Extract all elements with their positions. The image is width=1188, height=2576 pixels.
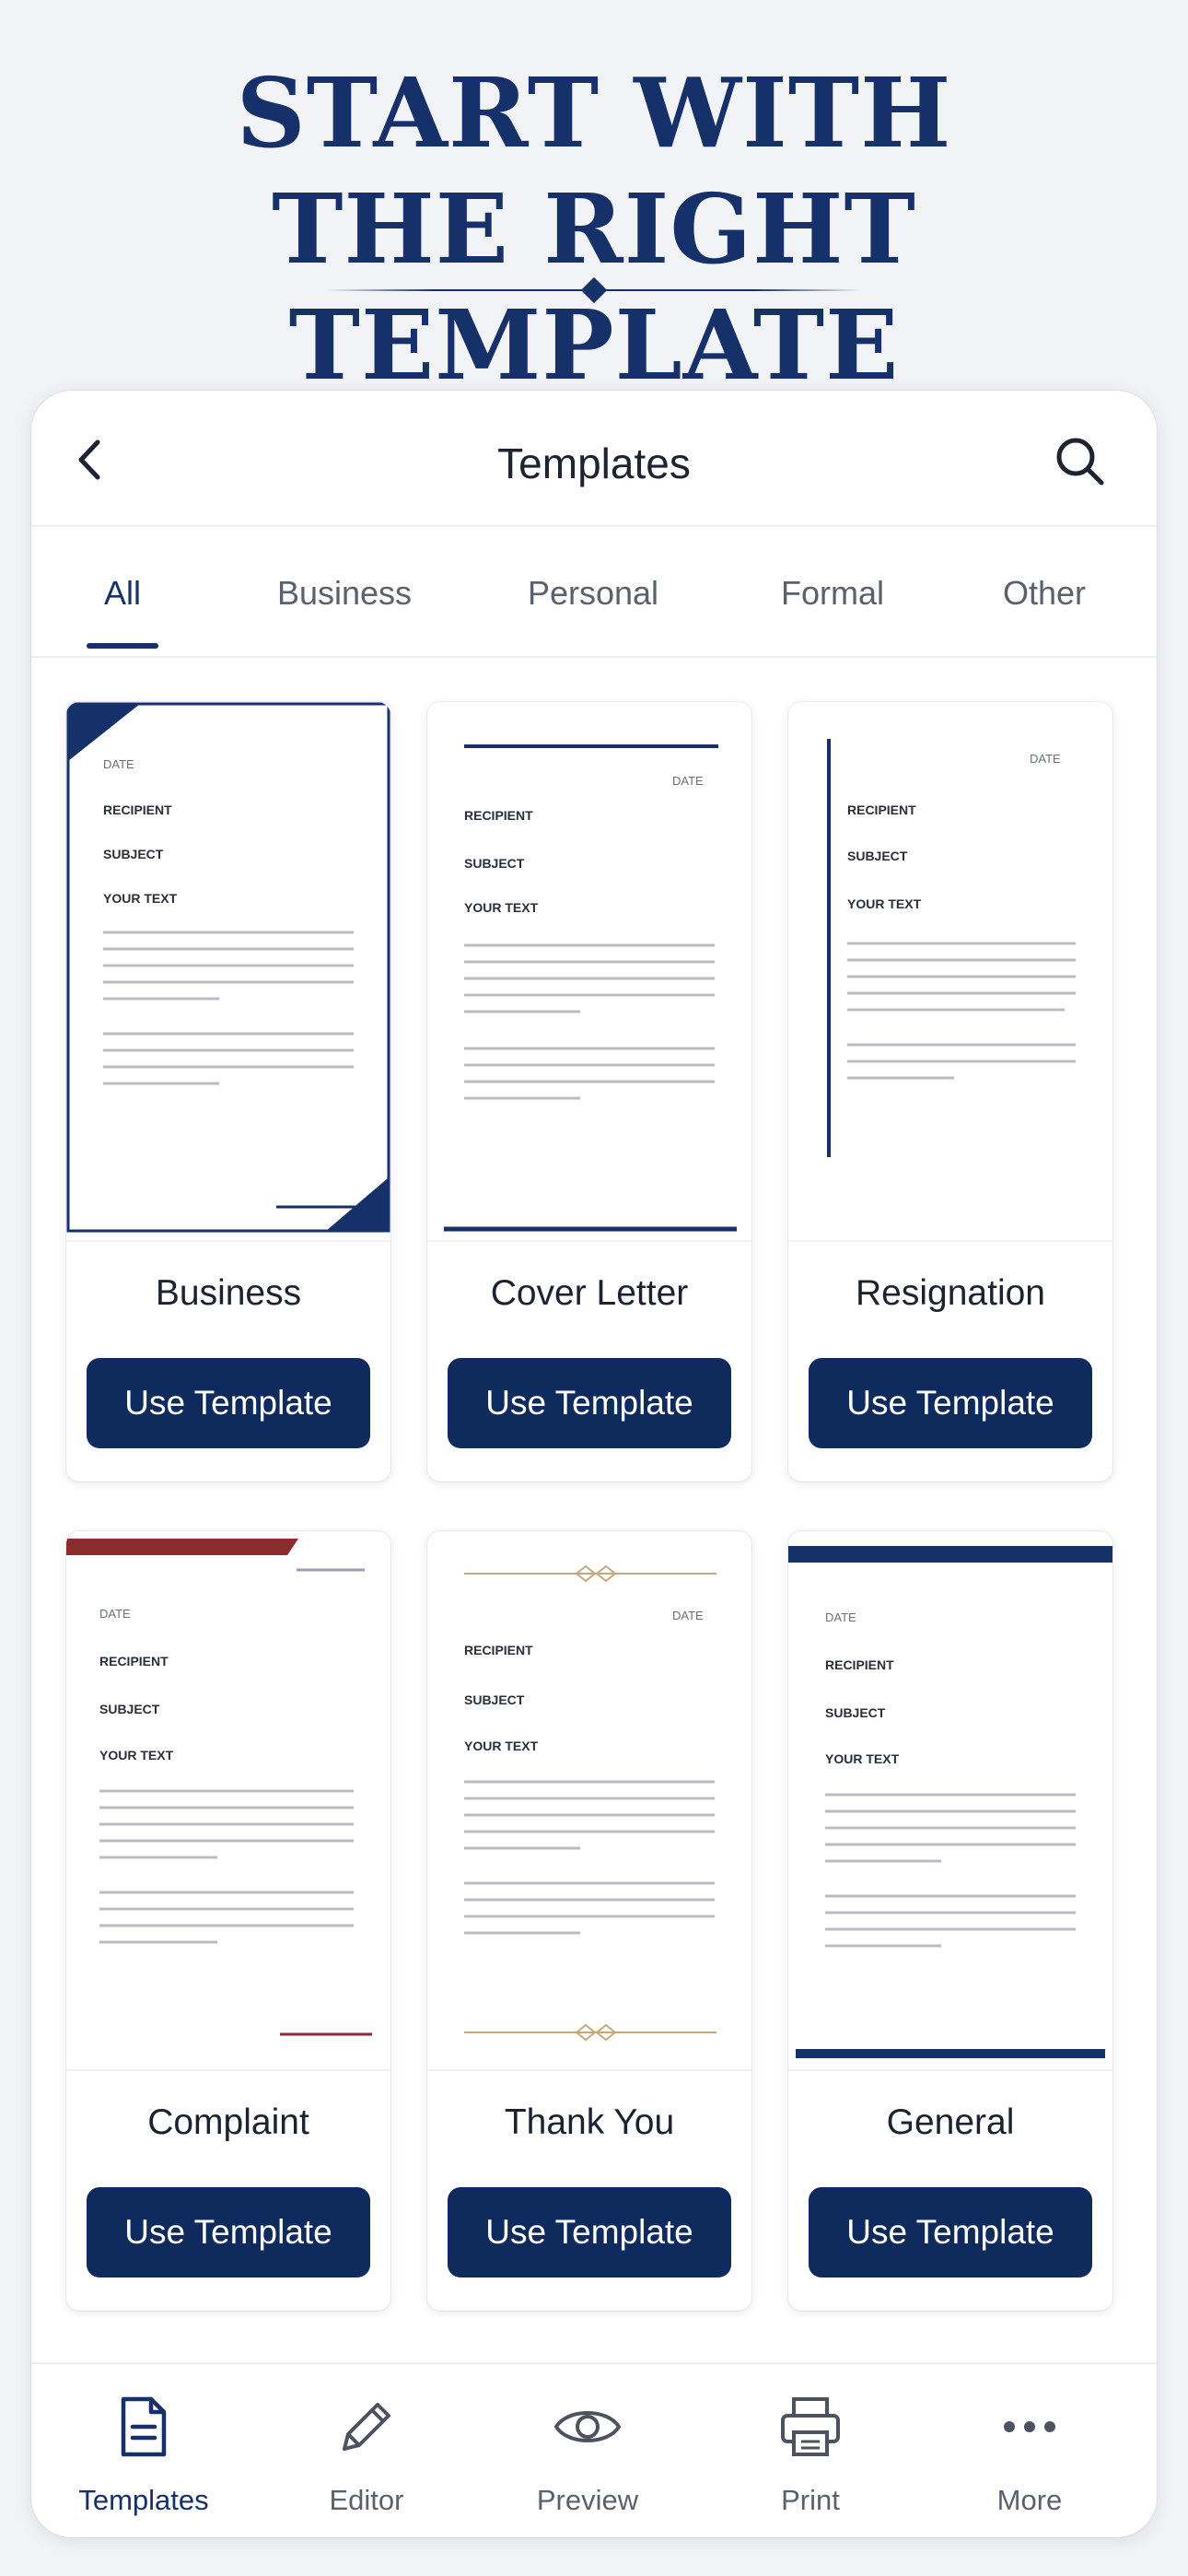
nav-editor[interactable]: Editor xyxy=(274,2364,459,2537)
pencil-icon xyxy=(343,2403,390,2451)
tab-business[interactable]: Business xyxy=(252,529,437,658)
app-window: Templates All Business Personal Formal O… xyxy=(31,391,1157,2537)
svg-text:YOUR TEXT: YOUR TEXT xyxy=(464,1739,539,1753)
svg-text:RECIPIENT: RECIPIENT xyxy=(99,1654,169,1669)
nav-templates[interactable]: Templates xyxy=(52,2364,236,2537)
use-template-button[interactable]: Use Template xyxy=(809,2187,1092,2277)
search-icon xyxy=(1056,438,1104,486)
tab-all[interactable]: All xyxy=(77,529,168,658)
svg-text:YOUR TEXT: YOUR TEXT xyxy=(99,1748,174,1762)
svg-text:RECIPIENT: RECIPIENT xyxy=(464,1643,533,1657)
category-tabs: All Business Personal Formal Other xyxy=(31,529,1157,658)
svg-text:YOUR TEXT: YOUR TEXT xyxy=(464,900,539,915)
template-name: Resignation xyxy=(856,1273,1045,1313)
nav-label: Templates xyxy=(78,2484,209,2516)
svg-text:SUBJECT: SUBJECT xyxy=(464,1692,525,1707)
document-icon xyxy=(121,2396,167,2457)
svg-text:DATE: DATE xyxy=(1030,752,1061,766)
svg-text:DATE: DATE xyxy=(672,774,704,788)
template-card-business[interactable]: DATE RECIPIENT SUBJECT YOUR TEXT Busines… xyxy=(66,702,390,1481)
template-card-general[interactable]: DATE RECIPIENT SUBJECT YOUR TEXT General… xyxy=(788,1531,1112,2311)
template-name: Complaint xyxy=(147,2102,309,2142)
diamond-ornament-icon xyxy=(580,276,608,304)
more-dots-icon xyxy=(1004,2421,1055,2432)
use-template-button[interactable]: Use Template xyxy=(809,1358,1092,1448)
template-name: General xyxy=(886,2102,1015,2142)
use-template-button[interactable]: Use Template xyxy=(448,2187,731,2277)
nav-preview[interactable]: Preview xyxy=(495,2364,680,2537)
template-preview: DATE RECIPIENT SUBJECT YOUR TEXT xyxy=(427,702,751,1242)
template-card-cover-letter[interactable]: DATE RECIPIENT SUBJECT YOUR TEXT Cover L… xyxy=(427,702,751,1481)
hero-title-line1: START WITH xyxy=(236,56,952,170)
tab-other[interactable]: Other xyxy=(971,529,1118,658)
hero-divider xyxy=(327,276,861,304)
svg-text:RECIPIENT: RECIPIENT xyxy=(464,808,533,823)
nav-label: Print xyxy=(781,2484,840,2516)
use-template-button[interactable]: Use Template xyxy=(87,1358,370,1448)
svg-text:DATE: DATE xyxy=(672,1609,704,1622)
hero-heading: START WITH THE RIGHT TEMPLATE xyxy=(0,55,1188,404)
printer-icon xyxy=(781,2397,840,2456)
page-title: Templates xyxy=(497,439,691,487)
nav-label: Editor xyxy=(329,2484,404,2516)
nav-more[interactable]: More xyxy=(938,2364,1122,2537)
use-template-button[interactable]: Use Template xyxy=(448,1358,731,1448)
svg-text:RECIPIENT: RECIPIENT xyxy=(103,802,172,817)
nav-label: Preview xyxy=(536,2484,639,2516)
active-tab-indicator xyxy=(87,643,158,649)
template-name: Business xyxy=(155,1273,302,1313)
search-button[interactable] xyxy=(1048,429,1112,494)
template-preview: DATE RECIPIENT SUBJECT YOUR TEXT xyxy=(788,702,1112,1242)
svg-text:SUBJECT: SUBJECT xyxy=(847,849,908,863)
template-name: Thank You xyxy=(504,2102,675,2142)
template-card-complaint[interactable]: DATE RECIPIENT SUBJECT YOUR TEXT Complai… xyxy=(66,1531,390,2311)
tab-personal[interactable]: Personal xyxy=(501,529,685,658)
use-template-button[interactable]: Use Template xyxy=(87,2187,370,2277)
svg-text:RECIPIENT: RECIPIENT xyxy=(847,802,916,817)
tab-formal[interactable]: Formal xyxy=(750,529,915,658)
template-card-thank-you[interactable]: DATE RECIPIENT SUBJECT YOUR TEXT Thank Y… xyxy=(427,1531,751,2311)
template-preview: DATE RECIPIENT SUBJECT YOUR TEXT xyxy=(66,702,390,1242)
svg-text:SUBJECT: SUBJECT xyxy=(825,1705,886,1720)
svg-text:SUBJECT: SUBJECT xyxy=(99,1702,160,1716)
template-preview: DATE RECIPIENT SUBJECT YOUR TEXT xyxy=(788,1531,1112,2071)
template-preview: DATE RECIPIENT SUBJECT YOUR TEXT xyxy=(66,1531,390,2071)
svg-text:SUBJECT: SUBJECT xyxy=(464,856,525,871)
bottom-navigation: Templates Editor Preview Print More xyxy=(31,2362,1157,2537)
nav-print[interactable]: Print xyxy=(718,2364,903,2537)
eye-icon xyxy=(554,2411,621,2442)
template-preview: DATE RECIPIENT SUBJECT YOUR TEXT xyxy=(427,1531,751,2071)
svg-text:DATE: DATE xyxy=(103,757,134,771)
svg-text:SUBJECT: SUBJECT xyxy=(103,847,164,861)
top-bar: Templates xyxy=(31,391,1157,527)
template-card-resignation[interactable]: DATE RECIPIENT SUBJECT YOUR TEXT Resigna… xyxy=(788,702,1112,1481)
svg-text:RECIPIENT: RECIPIENT xyxy=(825,1657,894,1672)
svg-text:YOUR TEXT: YOUR TEXT xyxy=(825,1751,900,1766)
svg-text:YOUR TEXT: YOUR TEXT xyxy=(847,896,922,911)
template-name: Cover Letter xyxy=(490,1273,689,1313)
nav-label: More xyxy=(996,2484,1063,2516)
svg-text:YOUR TEXT: YOUR TEXT xyxy=(103,891,178,906)
svg-text:DATE: DATE xyxy=(825,1610,856,1624)
svg-text:DATE: DATE xyxy=(99,1607,131,1621)
